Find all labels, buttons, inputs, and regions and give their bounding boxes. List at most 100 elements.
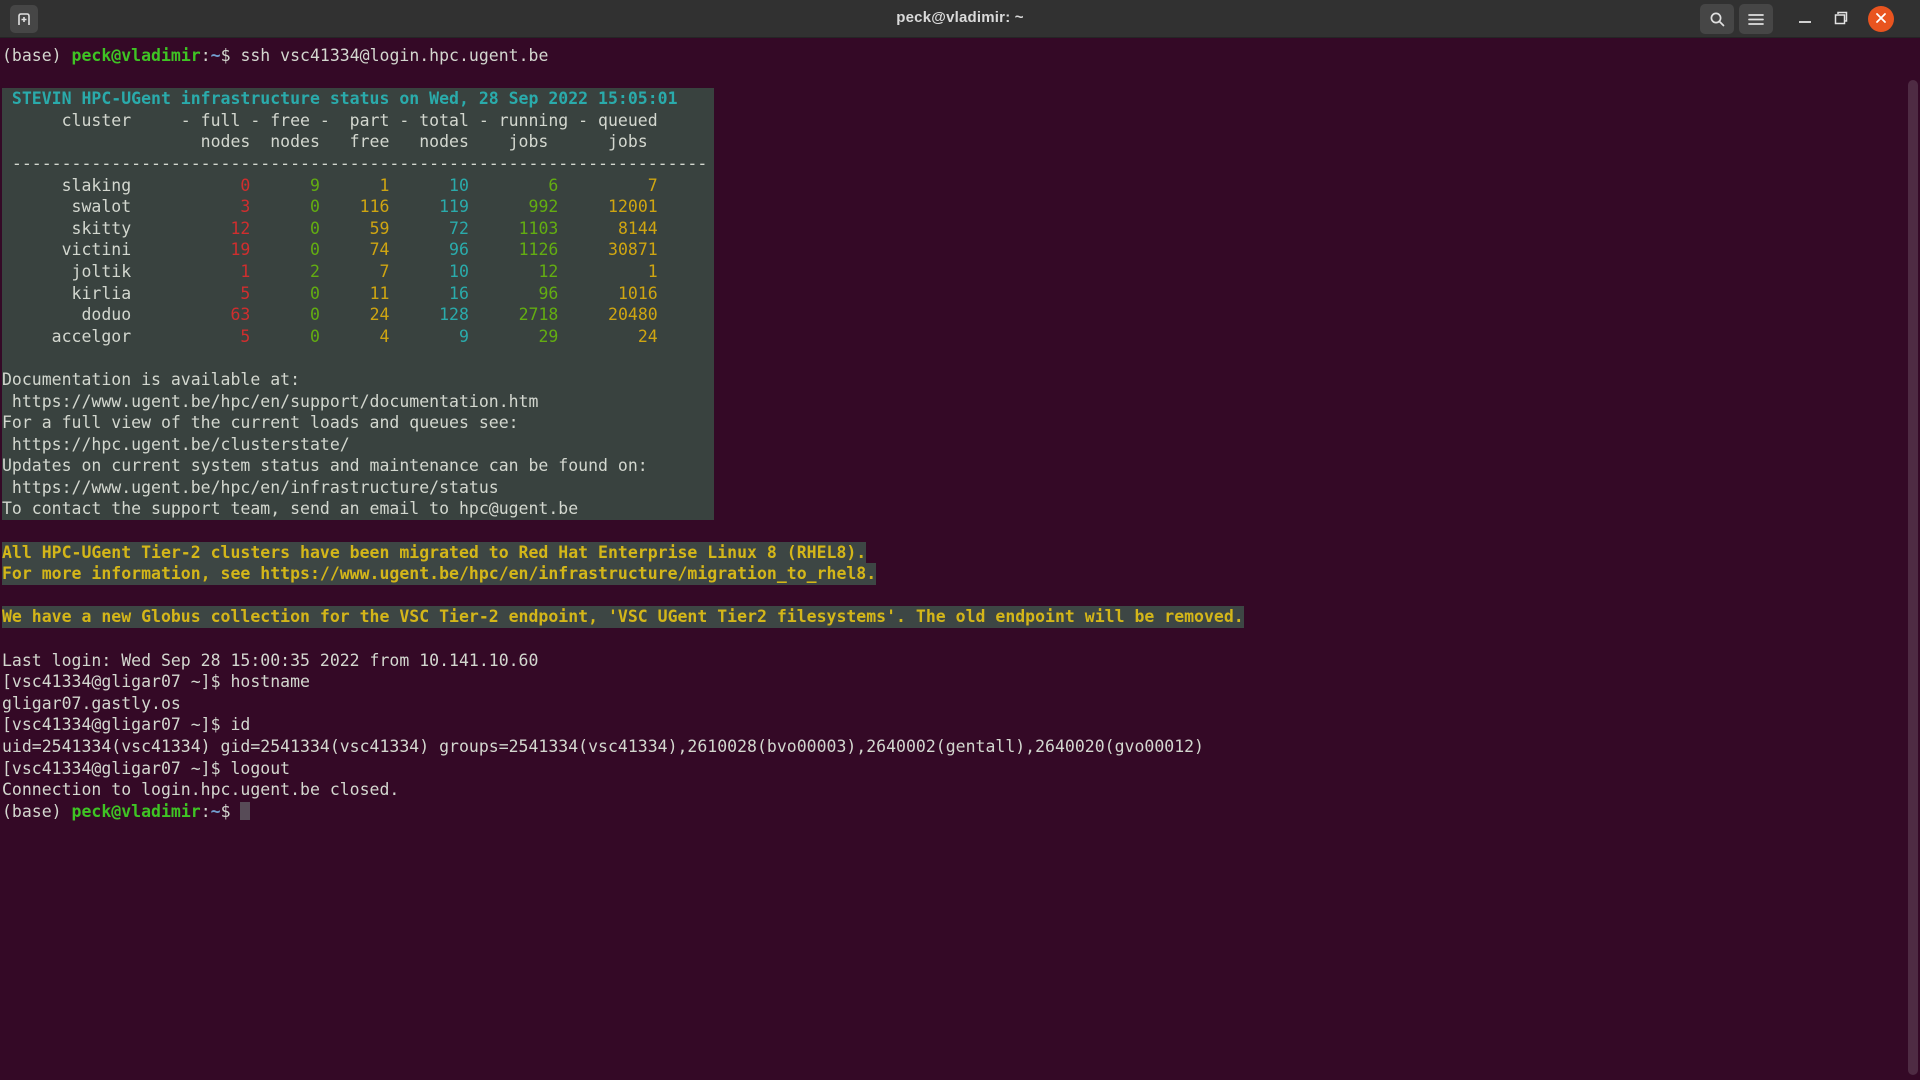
remote-command-hostname: [vsc41334@gligar07 ~]$ hostname — [2, 672, 310, 692]
motd-doc-line: https://www.ugent.be/hpc/en/support/docu… — [2, 391, 539, 411]
last-login-line: Last login: Wed Sep 28 15:00:35 2022 fro… — [2, 650, 539, 670]
connection-closed-line: Connection to login.hpc.ugent.be closed. — [2, 780, 400, 800]
prompt-user-host: peck@vladimir — [71, 801, 201, 821]
cell-total: 10 — [389, 175, 469, 195]
restore-button[interactable] — [1826, 4, 1856, 34]
terminal-output-area[interactable]: (base) peck@vladimir:~$ ssh vsc41334@log… — [0, 38, 1920, 1080]
table-row-doduo: doduo 63 0 24 128 2718 20480 — [2, 304, 714, 326]
cell-free: 0 — [250, 240, 320, 260]
cell-queued: 8144 — [558, 218, 658, 238]
cell-full: 12 — [131, 218, 251, 238]
conda-env-prefix: (base) — [2, 46, 72, 65]
status-table-header: cluster - full - free - part - total - r… — [2, 110, 658, 130]
cell-cluster: kirlia — [2, 283, 132, 303]
notice-line-rhel-2: For more information, see https://www.ug… — [2, 563, 1920, 585]
remote-command-id: [vsc41334@gligar07 ~]$ id — [2, 715, 251, 735]
cell-free: 0 — [250, 326, 320, 346]
restore-icon — [1833, 10, 1849, 29]
cell-queued: 7 — [558, 175, 658, 195]
motd-doc-line: https://www.ugent.be/hpc/en/infrastructu… — [2, 477, 499, 497]
status-table-divider: ----------------------------------------… — [2, 153, 708, 173]
motd-doc-line: https://hpc.ugent.be/clusterstate/ — [2, 434, 350, 454]
terminal-line-ssh-command: (base) peck@vladimir:~$ ssh vsc41334@log… — [2, 46, 549, 65]
cell-full: 5 — [131, 326, 251, 346]
search-icon — [1709, 11, 1726, 28]
notice-rhel-migration: All HPC-UGent Tier-2 clusters have been … — [2, 541, 867, 564]
scrollbar — [1908, 78, 1919, 1077]
status-table-rows: slaking 0 9 1 10 6 7 swalot 3 0 116 119 … — [2, 175, 714, 348]
prompt-path: ~ — [210, 801, 221, 821]
motd-doc-line: To contact the support team, send an ema… — [2, 499, 579, 519]
cell-free: 9 — [250, 175, 320, 195]
scrollbar-thumb[interactable] — [1908, 80, 1918, 1075]
cell-full: 1 — [131, 261, 251, 281]
cell-queued: 24 — [558, 326, 658, 346]
id-output: uid=2541334(vsc41334) gid=2541334(vsc413… — [2, 737, 1204, 756]
close-icon — [1875, 12, 1887, 27]
cell-total: 128 — [389, 305, 469, 325]
cell-running: 29 — [468, 326, 559, 346]
ssh-command-text: ssh vsc41334@login.hpc.ugent.be — [240, 46, 549, 65]
cell-full: 0 — [131, 175, 251, 195]
cell-cluster: doduo — [2, 305, 132, 325]
status-table-subheader: nodes nodes free nodes jobs jobs — [2, 132, 648, 152]
cell-free: 0 — [250, 305, 320, 325]
cell-running: 96 — [468, 283, 559, 303]
hamburger-icon — [1748, 13, 1764, 26]
cell-running: 2718 — [468, 305, 559, 325]
table-row-accelgor: accelgor 5 0 4 9 29 24 — [2, 326, 714, 348]
search-button[interactable] — [1700, 4, 1734, 34]
remote-command-logout: [vsc41334@gligar07 ~]$ logout — [2, 758, 291, 778]
hpc-status-block: STEVIN HPC-UGent infrastructure status o… — [2, 88, 714, 521]
prompt-user-host: peck@vladimir — [71, 46, 201, 65]
cell-free: 0 — [250, 197, 320, 217]
cell-free: 0 — [250, 283, 320, 303]
cell-part_free: 59 — [319, 218, 390, 238]
cell-full: 5 — [131, 283, 251, 303]
terminal-prompt-line: (base) peck@vladimir:~$ — [2, 801, 1920, 823]
cell-queued: 20480 — [558, 305, 658, 325]
cell-running: 1126 — [468, 240, 559, 260]
minimize-button[interactable] — [1790, 4, 1820, 34]
cell-part_free: 74 — [319, 240, 390, 260]
prompt-path: ~ — [210, 46, 221, 65]
cell-total: 10 — [389, 261, 469, 281]
cell-part_free: 24 — [319, 305, 390, 325]
cell-part_free: 4 — [319, 326, 390, 346]
cell-part_free: 7 — [319, 261, 390, 281]
cell-cluster: joltik — [2, 261, 132, 281]
cell-running: 6 — [468, 175, 559, 195]
motd-doc-line: For a full view of the current loads and… — [2, 413, 519, 433]
window-title: peck@vladimir: ~ — [896, 9, 1024, 26]
menu-button[interactable] — [1739, 4, 1773, 34]
notice-globus: We have a new Globus collection for the … — [2, 606, 1244, 629]
cell-full: 19 — [131, 240, 251, 260]
cell-queued: 1 — [558, 261, 658, 281]
cell-queued: 1016 — [558, 283, 658, 303]
cell-cluster: swalot — [2, 197, 132, 217]
cell-total: 119 — [389, 197, 469, 217]
cell-cluster: victini — [2, 240, 132, 260]
status-block-title: STEVIN HPC-UGent infrastructure status o… — [2, 89, 678, 109]
notice-line-globus: We have a new Globus collection for the … — [2, 606, 1920, 629]
table-row-skitty: skitty 12 0 59 72 1103 8144 — [2, 218, 714, 240]
close-button[interactable] — [1868, 6, 1894, 32]
titlebar: peck@vladimir: ~ — [0, 0, 1920, 38]
cell-running: 992 — [468, 197, 559, 217]
cell-cluster: skitty — [2, 218, 132, 238]
table-row-kirlia: kirlia 5 0 11 16 96 1016 — [2, 283, 714, 305]
table-row-joltik: joltik 1 2 7 10 12 1 — [2, 261, 714, 283]
terminal-cursor — [240, 801, 251, 820]
cell-total: 72 — [389, 218, 469, 238]
cell-free: 2 — [250, 261, 320, 281]
table-row-slaking: slaking 0 9 1 10 6 7 — [2, 175, 714, 197]
motd-doc-line: Documentation is available at: — [2, 369, 301, 389]
notice-line-rhel-1: All HPC-UGent Tier-2 clusters have been … — [2, 541, 1920, 564]
cell-cluster: slaking — [2, 175, 132, 195]
cell-part_free: 116 — [319, 197, 390, 217]
cell-queued: 30871 — [558, 240, 658, 260]
